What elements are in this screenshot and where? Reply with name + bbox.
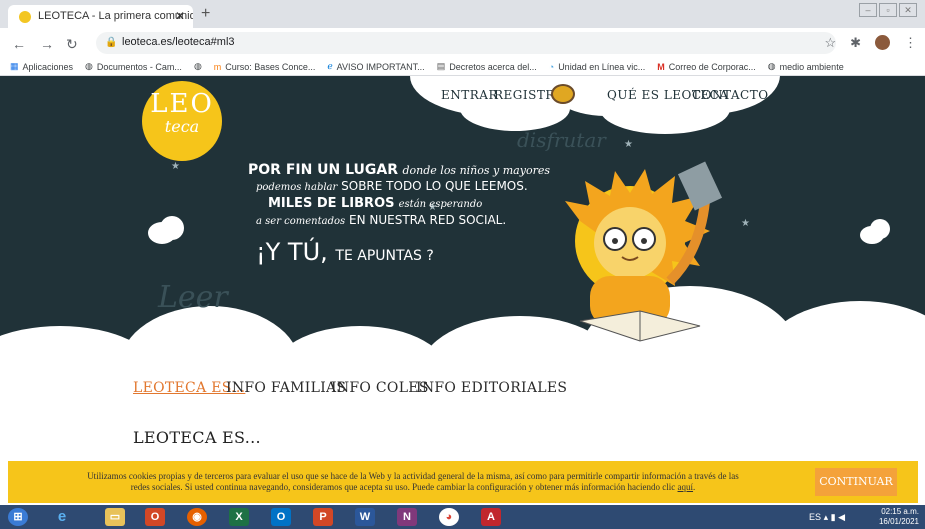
back-icon[interactable]: ← (12, 36, 26, 52)
word-icon[interactable]: W (355, 508, 375, 526)
cloud (160, 216, 184, 240)
bookmark-item[interactable]: ◍ medio ambiente (768, 61, 844, 72)
cloud (870, 219, 890, 239)
bookmark-item[interactable]: M Correo de Corporac... (657, 62, 756, 72)
nav-entrar[interactable]: ENTRAR (441, 88, 498, 102)
browser-tab[interactable]: LEOTECA - La primera comunida ✕ (8, 5, 193, 28)
globe-icon: ◍ (767, 61, 776, 71)
menu-kebab-icon[interactable]: ⋮ (904, 35, 917, 51)
system-tray: ES ▴ ▮ ◀ (809, 512, 845, 523)
onenote-icon[interactable]: N (397, 508, 417, 526)
firefox-icon[interactable]: ◉ (187, 508, 207, 526)
acrobat-icon[interactable]: A (481, 508, 501, 526)
bookmark-star-icon[interactable]: ☆ (824, 35, 836, 51)
minimize-icon[interactable]: – (859, 3, 877, 17)
section-title: LEOTECA ES... (133, 428, 261, 447)
new-tab-icon[interactable]: + (201, 5, 210, 23)
tagline-line: POR FIN UN LUGAR donde los niños y mayor… (248, 162, 550, 178)
avatar[interactable] (875, 35, 890, 50)
excel-icon[interactable]: X (229, 508, 249, 526)
continue-button[interactable]: CONTINUAR (815, 468, 897, 496)
bookmark-item[interactable]: ▦ Aplicaciones (10, 61, 73, 72)
leoteca-favicon-icon (19, 11, 31, 23)
forward-icon[interactable]: → (40, 36, 54, 52)
tagline-line: MILES DE LIBROS están esperando (268, 196, 483, 211)
windows-start-icon[interactable]: ⊞ (8, 508, 28, 526)
star-icon: ★ (741, 218, 750, 229)
star-icon: ★ (624, 139, 633, 150)
clock-time: 02:15 a.m. (881, 507, 919, 516)
reload-icon[interactable]: ↻ (66, 36, 78, 53)
network-icon[interactable]: ▮ (831, 512, 836, 522)
windows-taskbar: ⊞ e ▭ O ◉ X O P W N ◕ A ES ▴ ▮ ◀ 02:15 a… (0, 505, 925, 529)
cookie-banner: Utilizamos cookies propias y de terceros… (8, 461, 918, 503)
bookmark-item[interactable]: ◍ (194, 61, 202, 72)
tray-arrow-icon[interactable]: ▴ (824, 512, 829, 522)
decor-word-leer: Leer (158, 280, 228, 315)
tagline-line: podemos hablar SOBRE TODO LO QUE LEEMOS. (256, 179, 528, 193)
tab-title: LEOTECA - La primera comunida (38, 10, 193, 22)
browser-tab-strip: LEOTECA - La primera comunida ✕ + – ▫ ✕ (0, 0, 925, 28)
clock[interactable]: 02:15 a.m. 16/01/2021 (879, 507, 919, 527)
menu-info-coles[interactable]: INFO COLES (331, 380, 429, 396)
globe-icon: ◍ (193, 61, 202, 71)
language-indicator[interactable]: ES (809, 512, 821, 522)
lion-reading-illustration (565, 161, 723, 342)
bookmark-item[interactable]: m Curso: Bases Conce... (214, 62, 316, 72)
gmail-icon: M (657, 61, 665, 72)
window-controls: – ▫ ✕ (859, 3, 917, 17)
clock-date: 16/01/2021 (878, 517, 919, 526)
extensions-icon[interactable]: ✱ (850, 35, 861, 51)
volume-icon[interactable]: ◀ (838, 512, 845, 522)
moodle-icon: m (213, 61, 222, 72)
leoteca-logo[interactable]: LEO teca (142, 81, 222, 161)
office-icon[interactable]: O (145, 508, 165, 526)
menu-info-familias[interactable]: INFO FAMILIAS (226, 380, 346, 396)
address-toolbar: ← → ↻ 🔒 leoteca.es/leoteca#ml3 ☆ ✱ ⋮ (0, 28, 925, 58)
url-text: leoteca.es/leoteca#ml3 (122, 36, 235, 48)
powerpoint-icon[interactable]: P (313, 508, 333, 526)
apps-grid-icon: ▦ (10, 61, 19, 71)
bookmark-item[interactable]: ▤ Decretos acerca del... (437, 61, 537, 72)
unidad-icon: ◔ (548, 61, 555, 72)
star-icon: ★ (171, 161, 180, 172)
url-bar[interactable]: 🔒 leoteca.es/leoteca#ml3 (96, 32, 836, 54)
restore-icon[interactable]: ▫ (879, 3, 897, 17)
menu-info-editoriales[interactable]: INFO EDITORIALES (416, 380, 567, 396)
cookie-more-info-link[interactable]: aquí (678, 482, 694, 492)
hero-banner: LEO teca ENTRAR REGISTRO QUÉ ES LEOTECA … (0, 76, 925, 376)
bookmark-item[interactable]: ◔ Unidad en Línea vic... (549, 62, 646, 72)
outlook-icon[interactable]: O (271, 508, 291, 526)
nav-contacto[interactable]: CONTACTO (692, 88, 769, 102)
file-explorer-icon[interactable]: ▭ (105, 508, 125, 526)
cookie-text: Utilizamos cookies propias y de terceros… (87, 471, 739, 492)
chrome-icon[interactable]: ◕ (439, 508, 459, 526)
bookmarks-bar: ▦ Aplicaciones ◍ Documentos - Cam... ◍ m Cu… (0, 58, 925, 76)
close-tab-icon[interactable]: ✕ (175, 9, 185, 23)
owl-mascot-icon (551, 84, 575, 104)
edge-icon: ℯ (327, 61, 333, 71)
tagline-cta: ¡Y TÚ, TE APUNTAS ? (256, 238, 434, 266)
doc-icon: ▤ (436, 61, 446, 71)
tagline-line: a ser comentados EN NUESTRA RED SOCIAL. (256, 213, 507, 227)
decor-word-disfrutar: disfrutar (517, 128, 606, 152)
internet-explorer-icon[interactable]: e (52, 508, 72, 526)
cloud (760, 301, 925, 376)
bookmark-item[interactable]: ◍ Documentos - Cam... (85, 61, 182, 72)
globe-icon: ◍ (85, 61, 93, 71)
bookmark-item[interactable]: ℯ AVISO IMPORTANT... (327, 61, 424, 72)
lock-icon: 🔒 (105, 37, 118, 48)
close-window-icon[interactable]: ✕ (899, 3, 917, 17)
